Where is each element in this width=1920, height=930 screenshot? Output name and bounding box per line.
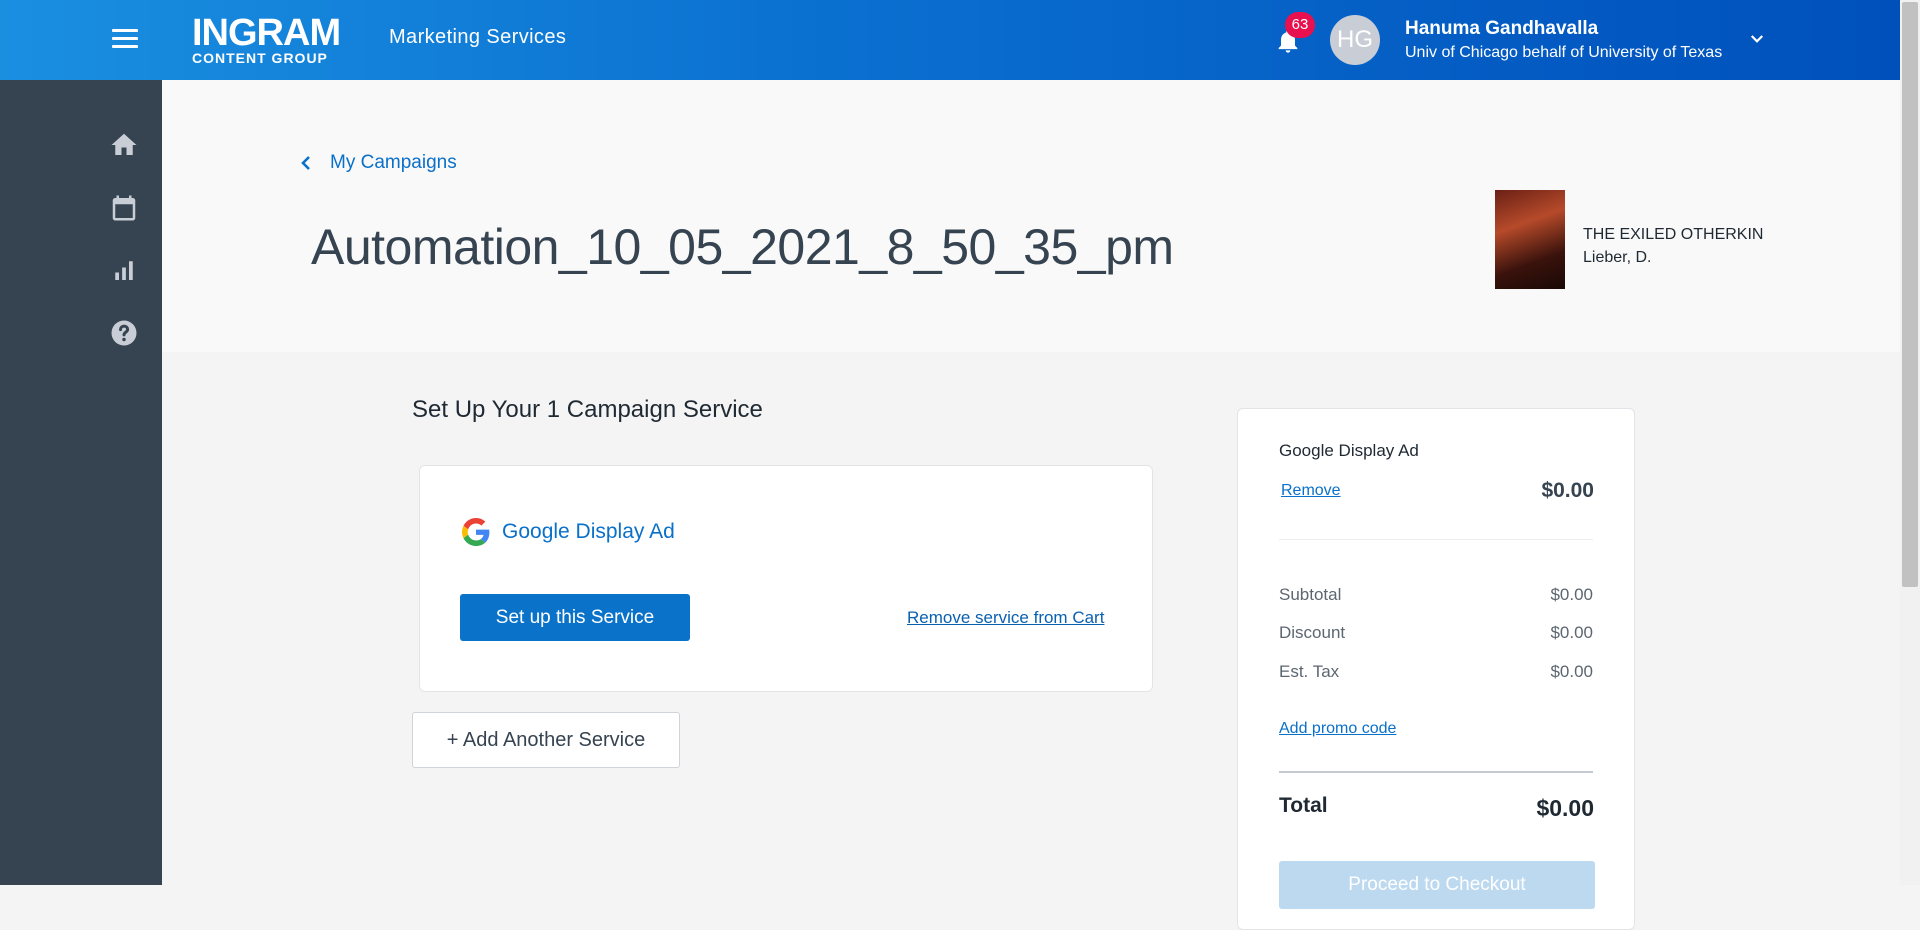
subtotal-label: Subtotal <box>1279 585 1342 604</box>
app-name: Marketing Services <box>389 26 567 48</box>
page-title: Automation_10_05_2021_8_50_35_pm <box>311 219 1174 275</box>
user-name: Hanuma Gandhavalla <box>1405 18 1599 39</box>
discount-value: $0.00 <box>1550 623 1593 642</box>
tax-value: $0.00 <box>1550 662 1593 681</box>
total-divider <box>1279 771 1593 773</box>
service-card: Google Display Ad Set up this Service Re… <box>419 465 1153 692</box>
book-author: Lieber, D. <box>1583 249 1652 266</box>
scrollbar-thumb[interactable] <box>1902 2 1918 587</box>
logo-main-text: INGRAM <box>192 12 341 54</box>
calendar-icon[interactable] <box>109 193 139 223</box>
book-cover-image <box>1495 190 1565 289</box>
top-header: INGRAM CONTENT GROUP Marketing Services … <box>0 0 1900 80</box>
help-icon[interactable] <box>109 318 139 348</box>
bar-chart-icon[interactable] <box>109 255 139 285</box>
home-icon[interactable] <box>109 130 139 160</box>
total-label: Total <box>1279 794 1328 817</box>
chevron-left-icon <box>301 156 310 170</box>
subtotal-value: $0.00 <box>1550 585 1593 604</box>
total-value: $0.00 <box>1536 795 1594 821</box>
discount-row: Discount $0.00 <box>1279 623 1593 643</box>
service-name[interactable]: Google Display Ad <box>502 520 675 544</box>
summary-service-price: $0.00 <box>1541 479 1594 502</box>
add-another-service-button[interactable]: + Add Another Service <box>412 712 680 768</box>
chevron-down-icon[interactable] <box>1748 30 1766 48</box>
discount-label: Discount <box>1279 623 1346 642</box>
back-to-campaigns-link[interactable]: My Campaigns <box>300 152 457 174</box>
tax-label: Est. Tax <box>1279 662 1340 681</box>
menu-icon[interactable] <box>112 29 138 49</box>
add-promo-code-link[interactable]: Add promo code <box>1279 720 1396 738</box>
back-link-label: My Campaigns <box>330 152 457 173</box>
summary-divider <box>1279 539 1593 540</box>
sidebar <box>0 80 162 885</box>
remove-from-cart-link[interactable]: Remove service from Cart <box>907 608 1104 628</box>
book-title: THE EXILED OTHERKIN <box>1583 226 1764 243</box>
proceed-to-checkout-button[interactable]: Proceed to Checkout <box>1279 861 1595 909</box>
user-org: Univ of Chicago behalf of University of … <box>1405 44 1723 61</box>
order-summary: Google Display Ad Remove $0.00 Subtotal … <box>1237 408 1635 930</box>
campaign-header <box>162 80 1900 352</box>
avatar[interactable]: HG <box>1330 15 1380 65</box>
subtotal-row: Subtotal $0.00 <box>1279 585 1593 605</box>
ingram-logo[interactable]: INGRAM CONTENT GROUP <box>192 12 352 66</box>
services-section-title: Set Up Your 1 Campaign Service <box>412 396 763 423</box>
summary-service-name: Google Display Ad <box>1279 441 1419 460</box>
notification-badge[interactable]: 63 <box>1285 12 1315 38</box>
google-icon <box>462 518 490 546</box>
tax-row: Est. Tax $0.00 <box>1279 662 1593 682</box>
setup-service-button[interactable]: Set up this Service <box>460 594 690 641</box>
summary-remove-link[interactable]: Remove <box>1281 482 1341 500</box>
